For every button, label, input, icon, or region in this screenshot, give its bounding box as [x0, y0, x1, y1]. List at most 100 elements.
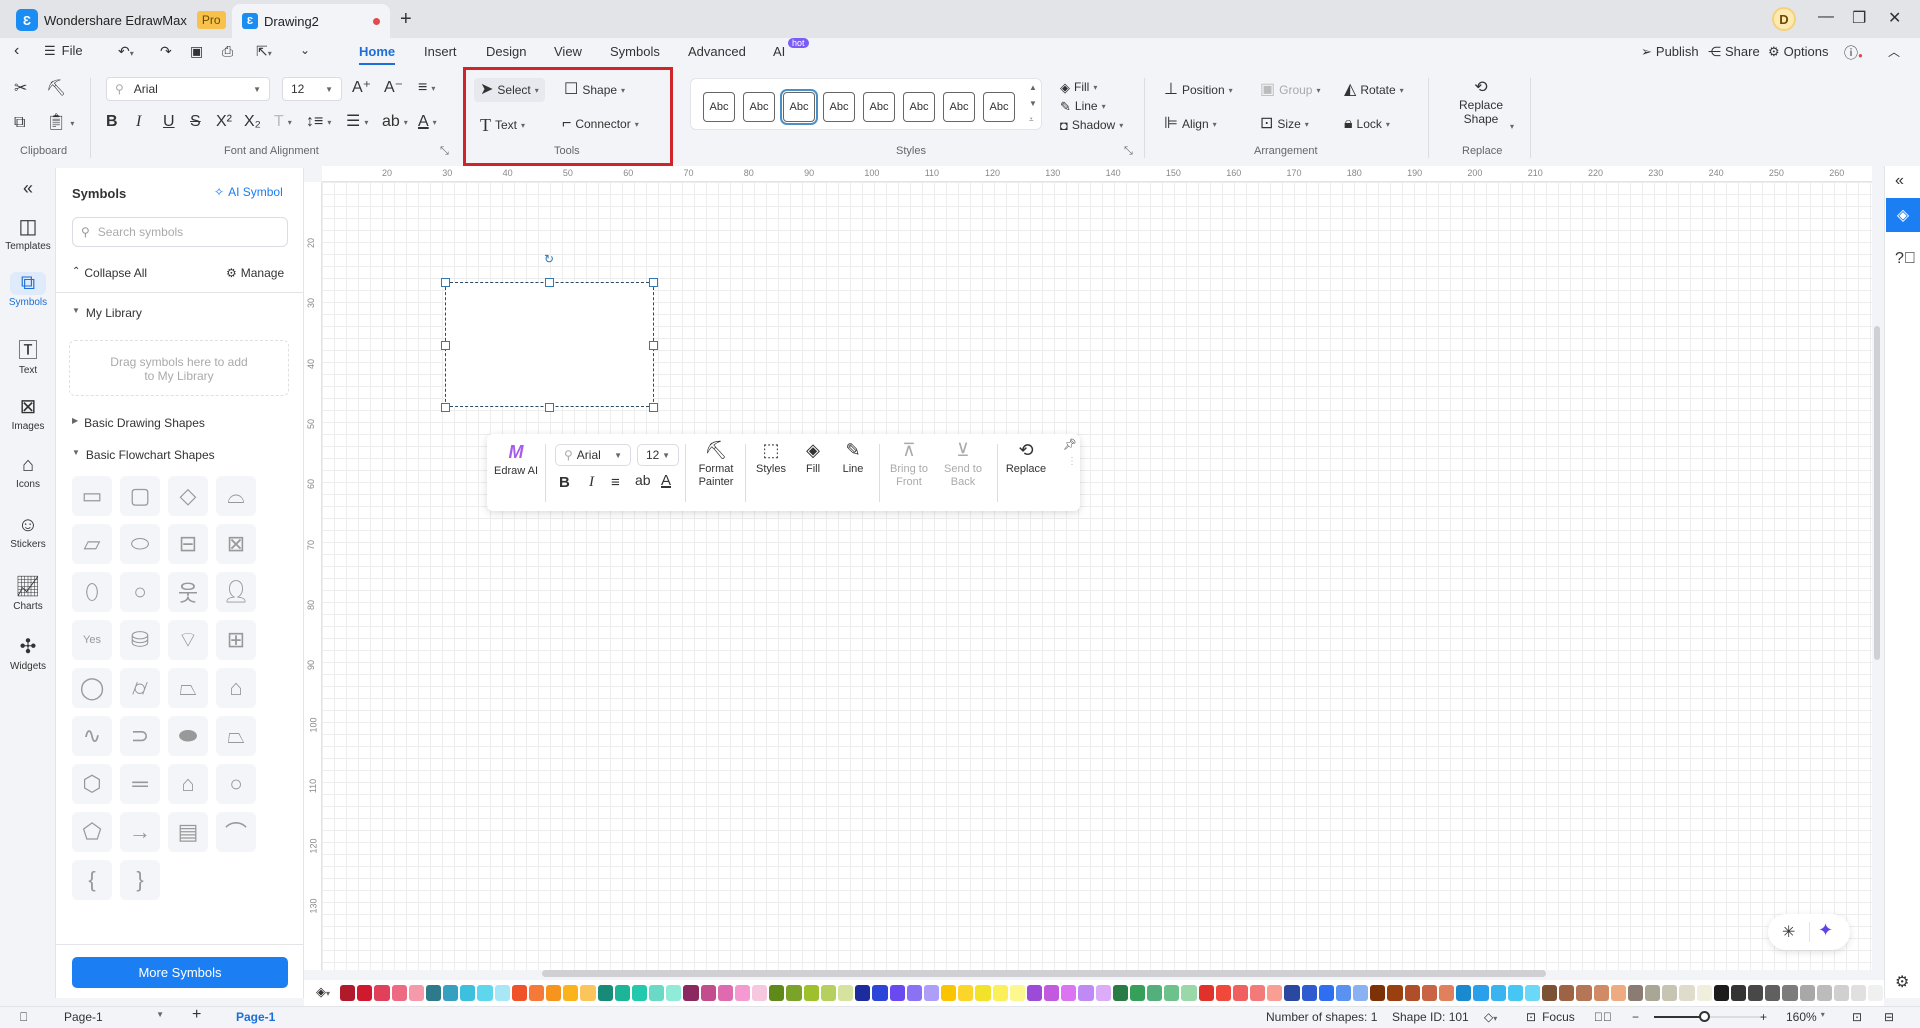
back-icon[interactable]: ‹	[14, 42, 19, 60]
color-swatch[interactable]	[683, 985, 699, 1001]
color-swatch[interactable]	[1456, 985, 1472, 1001]
font-size-select[interactable]: 12 ▼	[282, 77, 342, 101]
flowchart-symbol[interactable]: ⬡	[72, 764, 112, 804]
color-swatch[interactable]	[546, 985, 562, 1001]
gallery-down-icon[interactable]: ▼	[1029, 99, 1037, 108]
flowchart-symbol[interactable]: ⏢	[216, 716, 256, 756]
focus-button[interactable]: ⊡ Focus	[1526, 1010, 1575, 1024]
flowchart-symbol[interactable]: {	[72, 860, 112, 900]
sidebar-item-widgets[interactable]: ✣ Widgets	[0, 634, 56, 672]
color-swatch[interactable]	[528, 985, 545, 1001]
flowchart-symbol[interactable]: 👤︎	[216, 572, 256, 612]
color-swatch[interactable]	[1370, 985, 1386, 1001]
color-swatch[interactable]	[1129, 985, 1146, 1001]
underline-icon[interactable]: U	[163, 114, 175, 130]
color-swatch[interactable]	[391, 985, 407, 1001]
text-case-icon[interactable]: ab	[635, 472, 651, 488]
styles-button[interactable]: ⬚ Styles	[749, 441, 793, 476]
flowchart-symbol[interactable]: ◯	[72, 668, 112, 708]
page-selector[interactable]: Page-1 ▼	[64, 1010, 164, 1024]
color-swatch[interactable]	[906, 985, 922, 1001]
restore-icon[interactable]: ❐	[1852, 8, 1866, 28]
tab-home[interactable]: Home	[359, 44, 396, 65]
undo-icon[interactable]: ↶▾	[118, 43, 134, 60]
sidebar-item-text[interactable]: 🅃 Text	[0, 334, 56, 376]
color-swatch[interactable]	[1044, 985, 1060, 1001]
bold-icon[interactable]: B	[559, 474, 570, 491]
color-swatch[interactable]	[649, 985, 665, 1001]
fit-page-icon[interactable]: ⊡	[1852, 1010, 1862, 1024]
zoom-out-icon[interactable]: −	[1632, 1010, 1639, 1024]
color-swatch[interactable]	[1610, 985, 1626, 1001]
zoom-in-icon[interactable]: +	[1760, 1010, 1767, 1024]
color-swatch[interactable]	[1559, 985, 1575, 1001]
color-swatch[interactable]	[1198, 985, 1214, 1001]
fill-dropper-icon[interactable]: ◈▾	[316, 984, 330, 1000]
replace-dropdown-icon[interactable]: ▾	[1510, 122, 1514, 131]
color-swatch[interactable]	[357, 985, 373, 1001]
replace-button[interactable]: ⟲ Replace	[1001, 441, 1051, 476]
flowchart-symbol[interactable]: ⊃	[120, 716, 160, 756]
sparkle-burst-icon[interactable]: ✳	[1782, 922, 1795, 942]
close-icon[interactable]: ✕	[1888, 8, 1901, 28]
color-swatch[interactable]	[889, 985, 905, 1001]
fill-format-icon[interactable]: ◈	[1886, 198, 1920, 232]
resize-handle[interactable]	[545, 403, 554, 412]
color-swatch[interactable]	[1473, 985, 1489, 1001]
color-swatch[interactable]	[1061, 985, 1077, 1001]
color-swatch[interactable]	[511, 985, 527, 1001]
flowchart-symbol[interactable]: ⌔	[168, 620, 208, 660]
color-swatch[interactable]	[1078, 985, 1094, 1001]
size-button[interactable]: ⊡ Size ▾	[1260, 116, 1309, 132]
color-swatch[interactable]	[1147, 985, 1163, 1001]
flowchart-symbol[interactable]: ○	[120, 572, 160, 612]
file-menu[interactable]: ☰ File	[44, 43, 83, 59]
replace-shape-button[interactable]: ⟲ Replace Shape	[1458, 80, 1504, 127]
fill-button[interactable]: ◈ Fill ▾	[1060, 80, 1097, 94]
color-swatch[interactable]	[1816, 985, 1832, 1001]
color-swatch[interactable]	[1679, 985, 1695, 1001]
flowchart-symbol[interactable]: ○	[216, 764, 256, 804]
color-swatch[interactable]	[717, 985, 733, 1001]
settings-gear-icon[interactable]: ⚙	[1895, 972, 1909, 992]
style-swatch[interactable]: Abc	[983, 92, 1015, 122]
color-swatch[interactable]	[631, 985, 648, 1001]
floating-size-select[interactable]: 12 ▼	[637, 444, 679, 466]
export-icon[interactable]: ⇱▾	[256, 43, 272, 60]
line-button[interactable]: ✎ Line	[833, 441, 873, 476]
color-swatch[interactable]	[1387, 985, 1403, 1001]
strikethrough-icon[interactable]: S	[190, 114, 201, 130]
collapse-ribbon-icon[interactable]: ︿	[1888, 43, 1900, 60]
zoom-level-select[interactable]: 160% ▾	[1786, 1010, 1825, 1024]
search-symbols-input[interactable]: ⚲ Search symbols	[72, 217, 288, 247]
color-swatch[interactable]	[1833, 985, 1850, 1001]
flowchart-symbol[interactable]: ∿	[72, 716, 112, 756]
style-swatch[interactable]: Abc	[903, 92, 935, 122]
my-library-dropzone[interactable]: Drag symbols here to add to My Library	[69, 340, 289, 396]
color-swatch[interactable]	[1851, 985, 1867, 1001]
color-swatch[interactable]	[1507, 985, 1523, 1001]
add-page-icon[interactable]: +	[192, 1006, 201, 1024]
publish-button[interactable]: ➢ Publish	[1641, 44, 1699, 60]
flowchart-symbol[interactable]: ▭	[72, 476, 112, 516]
minimize-icon[interactable]: —	[1818, 8, 1834, 26]
quick-access-more-icon[interactable]: ⌄	[300, 43, 310, 57]
flowchart-symbol[interactable]: ⌂	[216, 668, 256, 708]
font-color-icon[interactable]: A	[661, 472, 671, 489]
color-swatch[interactable]	[1095, 985, 1111, 1001]
style-swatch-selected[interactable]: Abc	[780, 89, 818, 125]
redo-icon[interactable]: ↷	[160, 43, 172, 60]
page-layout-icon[interactable]: ⎕	[20, 1010, 27, 1025]
resize-handle[interactable]	[441, 278, 450, 287]
styles-dialog-launcher-icon[interactable]: ⤡	[1124, 145, 1133, 158]
ai-sparkle-icon[interactable]: ✦	[1818, 920, 1833, 941]
fill-button[interactable]: ◈ Fill	[795, 441, 831, 476]
rotate-button[interactable]: ◭ Rotate ▾	[1344, 82, 1404, 98]
color-swatch[interactable]	[1593, 985, 1609, 1001]
gallery-expand-icon[interactable]: ⩡	[1029, 115, 1034, 125]
flowchart-symbol[interactable]: ⌓	[216, 476, 256, 516]
tab-symbols[interactable]: Symbols	[610, 44, 660, 59]
color-swatch[interactable]	[872, 985, 888, 1001]
layers-icon[interactable]: ◇▾	[1484, 1010, 1497, 1024]
color-swatch[interactable]	[1542, 985, 1558, 1001]
